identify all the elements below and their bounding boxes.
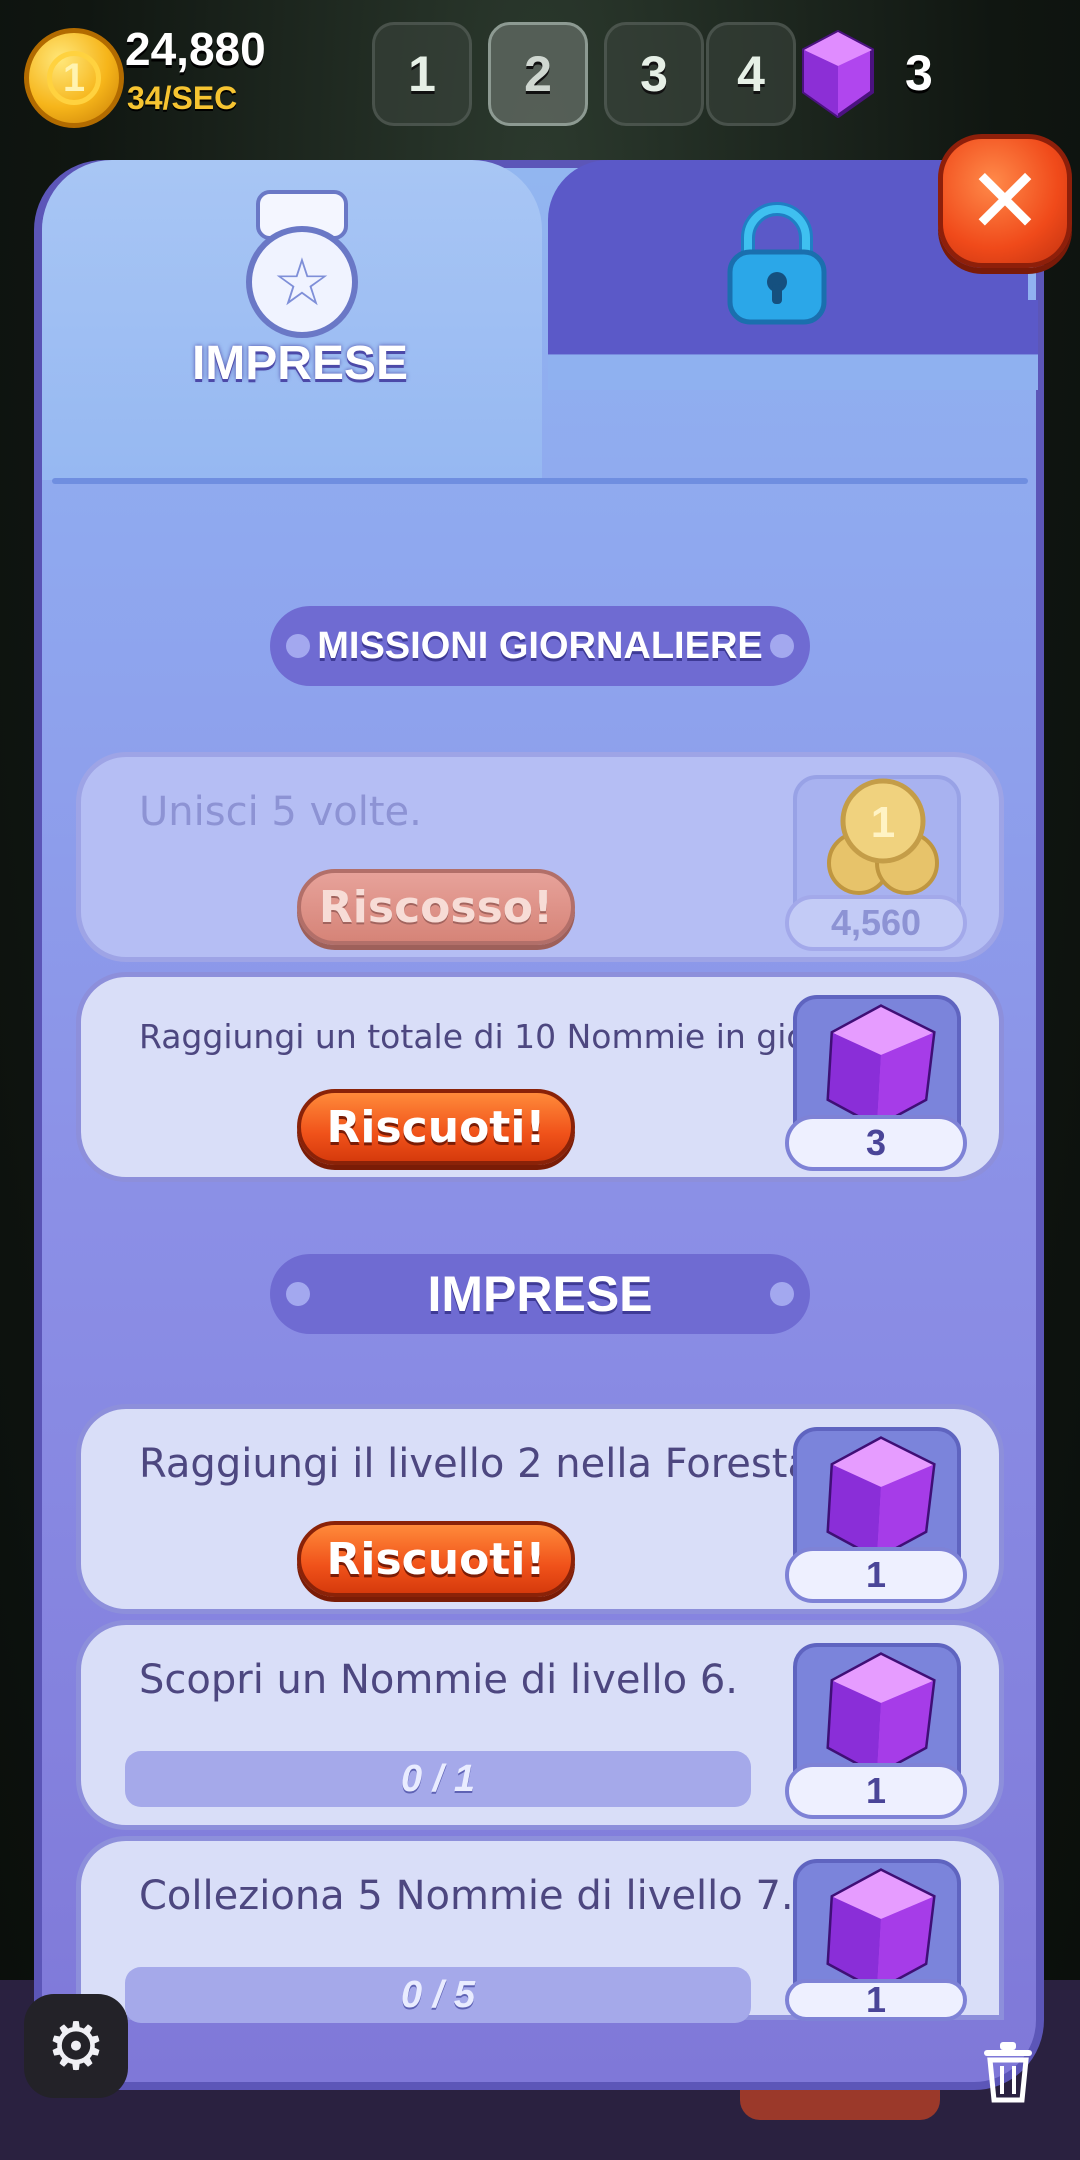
claimed-button: Riscosso! (297, 869, 575, 945)
level-tab-2[interactable]: 2 (488, 22, 588, 126)
achievement-text: Scopri un Nommie di livello 6. (139, 1657, 739, 1703)
section-header-daily: MISSIONI GIORNALIERE (270, 606, 810, 686)
reward-amount: 1 (785, 1979, 967, 2021)
gear-icon: ⚙ (46, 2007, 106, 2085)
gem-icon (826, 1436, 936, 1560)
claim-button[interactable]: Riscuoti! (297, 1521, 575, 1597)
coin-stack-icon: 1 (827, 778, 939, 895)
tab-divider (52, 478, 1028, 484)
section-header-achievements: IMPRESE (270, 1254, 810, 1334)
achievement-text: Raggiungi il livello 2 nella Foresta. (139, 1441, 825, 1487)
progress-bar: 0 / 1 (125, 1751, 751, 1807)
close-icon: ✕ (967, 148, 1043, 254)
reward-amount: 1 (785, 1547, 967, 1603)
coin-icon: 1 (24, 28, 124, 128)
coin-rate: 34/SEC (127, 80, 238, 116)
gem-icon (826, 1652, 936, 1776)
claim-button[interactable]: Riscuoti! (297, 1089, 575, 1165)
level-tab-1[interactable]: 1 (372, 22, 472, 126)
mission-text: Raggiungi un totale di 10 Nommie in gioc… (139, 1017, 855, 1056)
settings-button[interactable]: ⚙ (24, 1994, 128, 2098)
level-tab-4[interactable]: 4 (706, 22, 796, 126)
top-hud: 1 24,880 34/SEC 1 2 3 4 3 (0, 0, 1080, 140)
achievement-card: Scopri un Nommie di livello 6. 0 / 1 1 (76, 1620, 1004, 1830)
level-tab-3[interactable]: 3 (604, 22, 704, 126)
achievements-title: IMPRESE (427, 1266, 653, 1322)
achievement-card: Colleziona 5 Nommie di livello 7. 0 / 5 … (76, 1836, 1004, 2023)
mission-card: Unisci 5 volte. Riscosso! 1 4,560 (76, 752, 1004, 962)
progress-bar: 0 / 5 (125, 1967, 751, 2023)
gem-icon (802, 30, 874, 118)
coin-amount: 24,880 (125, 23, 266, 75)
gem-icon (826, 1004, 936, 1128)
daily-missions-title: MISSIONI GIORNALIERE (317, 624, 763, 667)
trash-button[interactable] (970, 2034, 1046, 2110)
mission-card: Raggiungi un totale di 10 Nommie in gioc… (76, 972, 1004, 1182)
gem-count: 3 (905, 45, 933, 101)
gem-icon (826, 1868, 936, 1992)
reward-amount: 1 (785, 1763, 967, 1819)
mission-text: Unisci 5 volte. (139, 789, 422, 835)
trash-icon (984, 2042, 1032, 2103)
tab-achievements-label: IMPRESE (191, 337, 409, 390)
achievement-card: Raggiungi il livello 2 nella Foresta. Ri… (76, 1404, 1004, 1614)
achievement-text: Colleziona 5 Nommie di livello 7. (139, 1873, 794, 1919)
lock-icon (727, 202, 827, 325)
reward-amount: 3 (785, 1115, 967, 1171)
svg-text:1: 1 (871, 798, 895, 847)
reward-amount: 4,560 (785, 895, 967, 951)
star-medal-icon: ☆ (246, 190, 358, 340)
close-button[interactable]: ✕ (938, 134, 1072, 268)
